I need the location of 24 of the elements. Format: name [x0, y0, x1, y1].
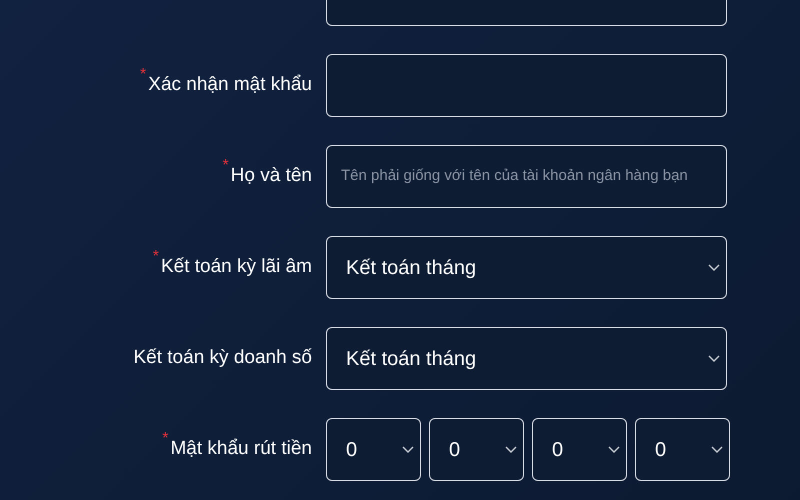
required-mark: * [222, 158, 229, 174]
placeholder-text: Tên phải giống với tên của tài khoản ngân hàng bạn [341, 166, 688, 186]
select-dropdown[interactable]: Kết toán tháng [326, 327, 727, 390]
input-field[interactable] [326, 54, 727, 117]
chevron-down-icon [505, 446, 517, 454]
field-label: Mật khẩu rút tiền [170, 437, 312, 462]
field-label: Họ và tên [230, 164, 312, 188]
required-mark: * [140, 67, 146, 84]
digit-dropdown[interactable]: 0 [635, 418, 730, 481]
input-field[interactable]: Tên phải giống với tên của tài khoản ngân hàng bạn [326, 145, 727, 208]
field-label: Kết toán kỳ lãi âm [160, 255, 312, 280]
digit-dropdown[interactable]: 0 [429, 418, 524, 481]
required-mark: * [162, 431, 168, 448]
chevron-down-icon [402, 446, 414, 454]
field-label: Kết toán kỳ doanh số [133, 346, 312, 370]
chevron-down-icon [708, 354, 720, 362]
chevron-down-icon [708, 264, 720, 272]
digit-dropdown[interactable]: 0 [532, 418, 627, 481]
digit-dropdown[interactable]: 0 [326, 418, 421, 481]
chevron-down-icon [608, 446, 620, 454]
chevron-down-icon [711, 446, 723, 454]
select-dropdown[interactable]: Kết toán tháng [326, 236, 727, 299]
required-mark: * [152, 249, 159, 266]
field-label: Xác nhận mật khẩu [148, 73, 312, 98]
